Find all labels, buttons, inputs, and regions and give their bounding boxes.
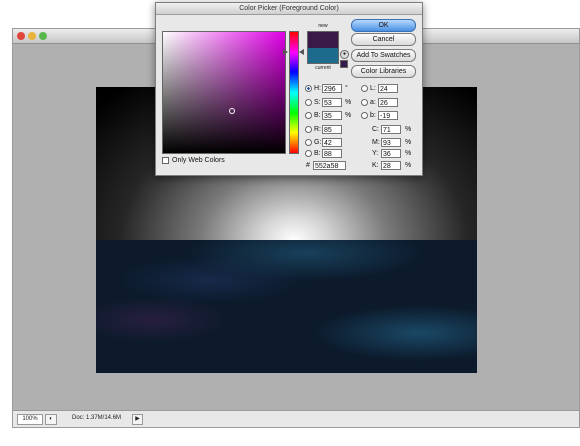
status-menu-arrow-icon[interactable]: ▶ <box>132 414 143 425</box>
saturation-row: S: 53 % <box>305 98 355 108</box>
lab-a-row: a: 26 <box>361 98 411 108</box>
brightness-label: B: <box>314 112 321 119</box>
brightness-unit: % <box>345 112 352 119</box>
yellow-field[interactable]: 36 <box>381 149 401 158</box>
black-field[interactable]: 28 <box>381 161 401 170</box>
color-libraries-button[interactable]: Color Libraries <box>351 65 416 78</box>
current-color-swatch[interactable] <box>307 48 339 64</box>
hue-unit: ° <box>345 85 348 92</box>
lab-b-field[interactable]: -19 <box>378 111 398 120</box>
brightness-row: B: 35 % <box>305 111 355 121</box>
green-field[interactable]: 42 <box>322 138 342 147</box>
brightness-field[interactable]: 35 <box>322 111 342 120</box>
green-label: G: <box>314 139 322 146</box>
lab-l-label: L: <box>370 85 376 92</box>
hue-label: H: <box>314 85 321 92</box>
cyan-row: C: 71 % <box>372 125 417 135</box>
lab-a-label: a: <box>370 99 376 106</box>
new-color-label: new <box>318 23 328 29</box>
red-field[interactable]: 85 <box>322 125 342 134</box>
color-picker-dialog: Color Picker (Foreground Color) new curr… <box>155 2 423 176</box>
blue-radio[interactable] <box>305 150 312 157</box>
zoom-window-icon[interactable] <box>39 32 47 40</box>
hue-field[interactable]: 296 <box>322 84 342 93</box>
magenta-label: M: <box>372 139 380 146</box>
lab-b-row: b: -19 <box>361 111 411 121</box>
lab-a-field[interactable]: 26 <box>378 98 398 107</box>
red-radio[interactable] <box>305 126 312 133</box>
only-web-colors-checkbox[interactable] <box>162 157 169 164</box>
hex-row: # 552a58 <box>306 161 351 171</box>
dialog-title[interactable]: Color Picker (Foreground Color) <box>156 3 422 15</box>
yellow-label: Y: <box>372 150 379 157</box>
magenta-row: M: 93 % <box>372 138 417 148</box>
hue-radio[interactable] <box>305 85 312 92</box>
green-radio[interactable] <box>305 139 312 146</box>
yellow-unit: % <box>405 150 412 157</box>
lab-l-radio[interactable] <box>361 85 368 92</box>
hue-slider-left-arrow-icon[interactable] <box>283 49 288 55</box>
status-info-icon[interactable]: ◐ <box>45 414 57 425</box>
only-web-colors-option[interactable]: Only Web Colors <box>162 156 252 166</box>
only-web-colors-label: Only Web Colors <box>172 157 225 164</box>
web-safe-warning-icon[interactable]: ● <box>340 50 349 59</box>
web-safe-color-swatch[interactable] <box>340 60 348 68</box>
document-size-info: Doc: 1.37M/14.6M <box>72 415 122 421</box>
saturation-brightness-field[interactable] <box>162 31 286 154</box>
black-row: K: 28 % <box>372 161 417 171</box>
magenta-field[interactable]: 93 <box>381 138 401 147</box>
cancel-button[interactable]: Cancel <box>351 33 416 46</box>
yellow-row: Y: 36 % <box>372 149 417 159</box>
hue-slider-right-arrow-icon[interactable] <box>299 49 304 55</box>
red-row: R: 85 <box>305 125 355 135</box>
saturation-field[interactable]: 53 <box>322 98 342 107</box>
close-window-icon[interactable] <box>17 32 25 40</box>
blue-row: B: 88 <box>305 149 355 159</box>
new-color-swatch <box>307 31 339 49</box>
black-unit: % <box>405 162 412 169</box>
red-label: R: <box>314 126 321 133</box>
black-label: K: <box>372 162 379 169</box>
hex-label: # <box>306 162 310 169</box>
minimize-window-icon[interactable] <box>28 32 36 40</box>
lab-l-field[interactable]: 24 <box>378 84 398 93</box>
ok-button[interactable]: OK <box>351 19 416 32</box>
cyan-field[interactable]: 71 <box>381 125 401 134</box>
hue-slider[interactable] <box>289 31 299 154</box>
brightness-radio[interactable] <box>305 112 312 119</box>
blue-clouds-layer <box>96 240 477 373</box>
magenta-unit: % <box>405 139 412 146</box>
lab-b-label: b: <box>370 112 376 119</box>
cyan-label: C: <box>372 126 379 133</box>
add-to-swatches-button[interactable]: Add To Swatches <box>351 49 416 62</box>
saturation-unit: % <box>345 99 352 106</box>
color-selection-marker[interactable] <box>229 108 235 114</box>
blue-label: B: <box>314 150 321 157</box>
zoom-level-field[interactable]: 100% <box>17 414 43 425</box>
status-bar: 100% ◐ Doc: 1.37M/14.6M ▶ <box>13 410 579 427</box>
current-color-label: current <box>315 65 331 71</box>
saturation-radio[interactable] <box>305 99 312 106</box>
lab-b-radio[interactable] <box>361 112 368 119</box>
lab-l-row: L: 24 <box>361 84 411 94</box>
blue-field[interactable]: 88 <box>322 149 342 158</box>
saturation-label: S: <box>314 99 321 106</box>
green-row: G: 42 <box>305 138 355 148</box>
hex-field[interactable]: 552a58 <box>313 161 346 170</box>
hue-row: H: 296 ° <box>305 84 355 94</box>
cyan-unit: % <box>405 126 412 133</box>
lab-a-radio[interactable] <box>361 99 368 106</box>
